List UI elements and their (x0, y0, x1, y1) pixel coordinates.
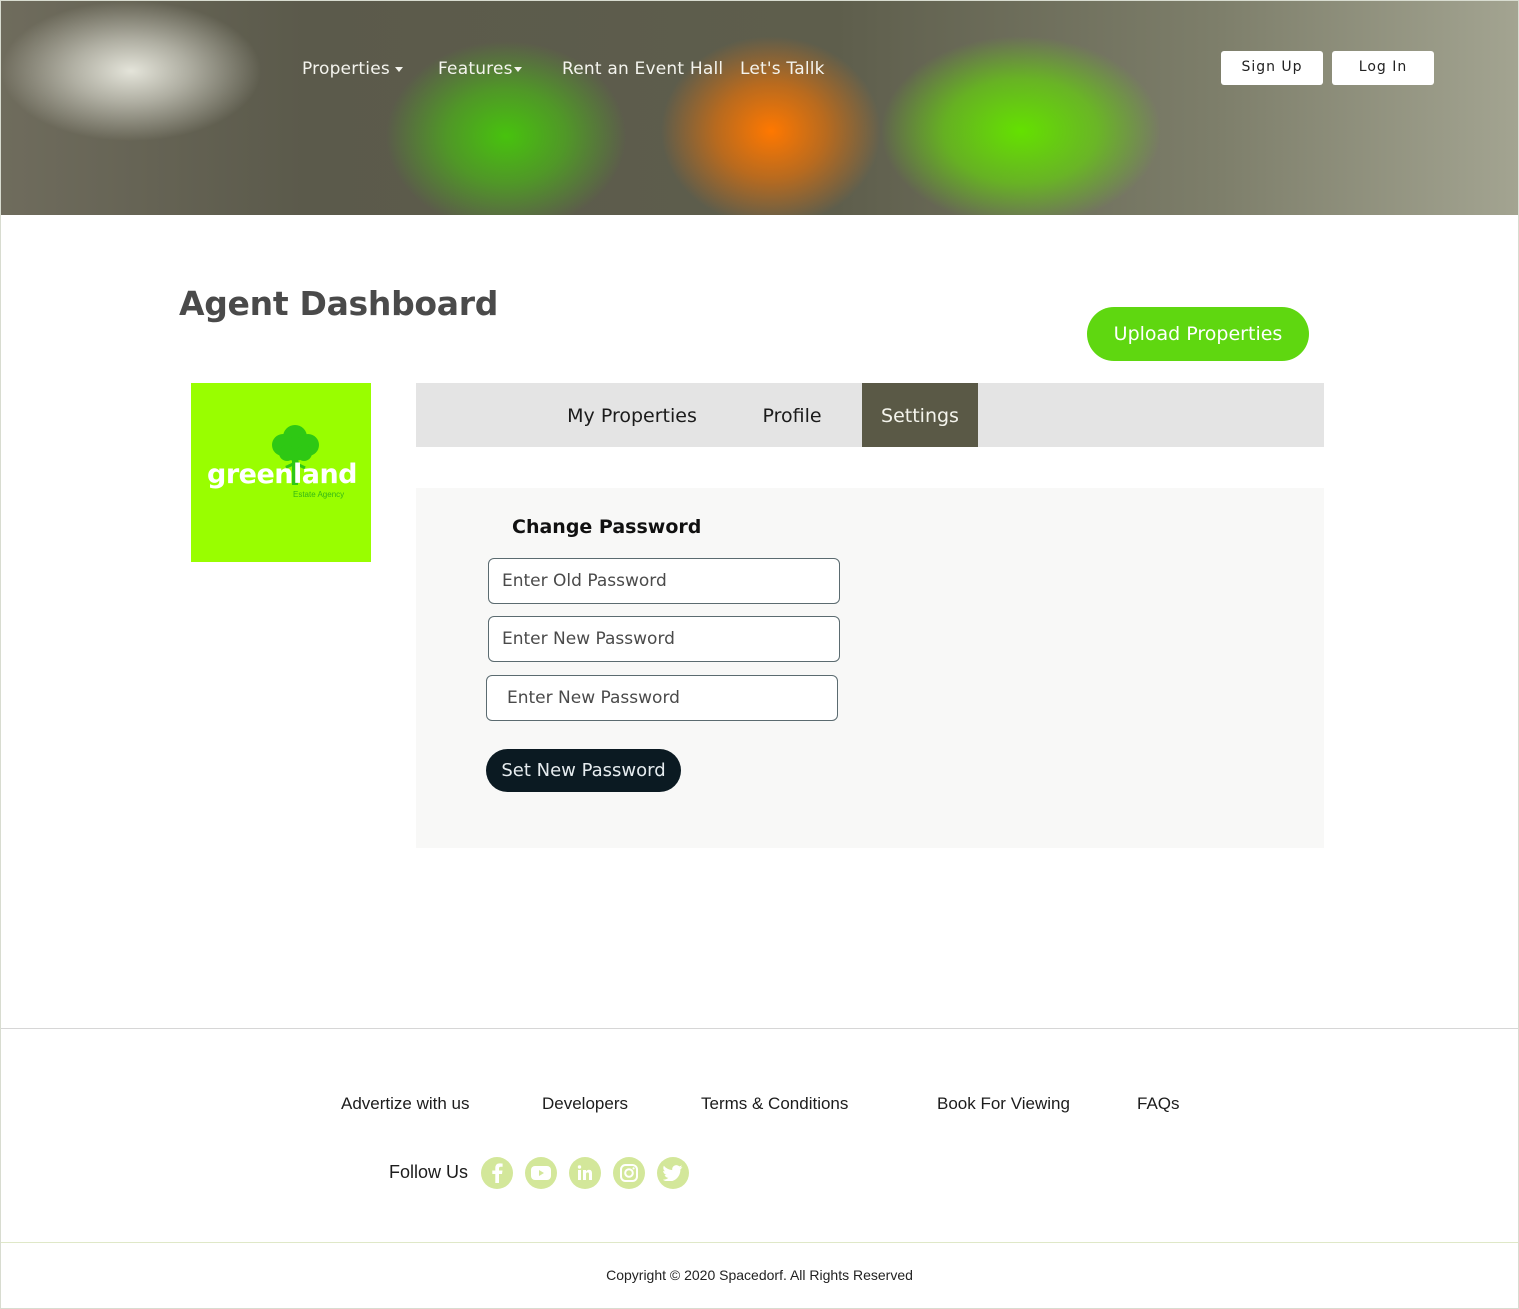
logo-text: greenland (207, 459, 358, 490)
youtube-icon[interactable] (525, 1157, 557, 1189)
copyright-text: Copyright © 2020 Spacedorf. All Rights R… (606, 1267, 913, 1283)
signup-button[interactable]: Sign Up (1221, 51, 1323, 85)
footer-link-book-viewing[interactable]: Book For Viewing (937, 1094, 1070, 1114)
change-password-panel: Change Password Set New Password (416, 488, 1324, 848)
nav-rent-event-hall[interactable]: Rent an Event Hall (562, 59, 723, 79)
nav-properties[interactable]: Properties (302, 59, 403, 79)
nav-properties-label: Properties (302, 59, 390, 79)
footer-divider (1, 1028, 1518, 1029)
tab-my-properties[interactable]: My Properties (562, 383, 702, 447)
tab-settings[interactable]: Settings (862, 383, 978, 447)
header-hero: Properties Features Rent an Event Hall L… (1, 1, 1518, 215)
old-password-input[interactable] (488, 558, 840, 604)
footer-link-advertize[interactable]: Advertize with us (341, 1094, 470, 1114)
footer-link-faqs[interactable]: FAQs (1137, 1094, 1180, 1114)
login-button[interactable]: Log In (1332, 51, 1434, 85)
change-password-title: Change Password (512, 516, 702, 538)
twitter-icon[interactable] (657, 1157, 689, 1189)
chevron-down-icon (513, 66, 522, 72)
chevron-down-icon (394, 66, 403, 72)
nav-lets-talk[interactable]: Let's Tallk (740, 59, 825, 79)
nav-features[interactable]: Features (438, 59, 522, 79)
facebook-icon[interactable] (481, 1157, 513, 1189)
upload-properties-button[interactable]: Upload Properties (1087, 307, 1309, 361)
dashboard-tabs: My Properties Profile Settings (416, 383, 1324, 447)
agency-logo: greenland Estate Agency (191, 383, 371, 562)
instagram-icon[interactable] (613, 1157, 645, 1189)
footer-bottom-divider (1, 1242, 1518, 1243)
footer-link-terms[interactable]: Terms & Conditions (701, 1094, 848, 1114)
set-new-password-button[interactable]: Set New Password (486, 749, 681, 792)
tab-profile[interactable]: Profile (736, 383, 848, 447)
logo-subtext: Estate Agency (293, 490, 345, 499)
confirm-password-input[interactable] (486, 675, 838, 721)
footer-link-developers[interactable]: Developers (542, 1094, 628, 1114)
page-title: Agent Dashboard (179, 284, 499, 323)
linkedin-icon[interactable] (569, 1157, 601, 1189)
nav-features-label: Features (438, 59, 513, 79)
new-password-input[interactable] (488, 616, 840, 662)
follow-us-label: Follow Us (389, 1162, 469, 1182)
